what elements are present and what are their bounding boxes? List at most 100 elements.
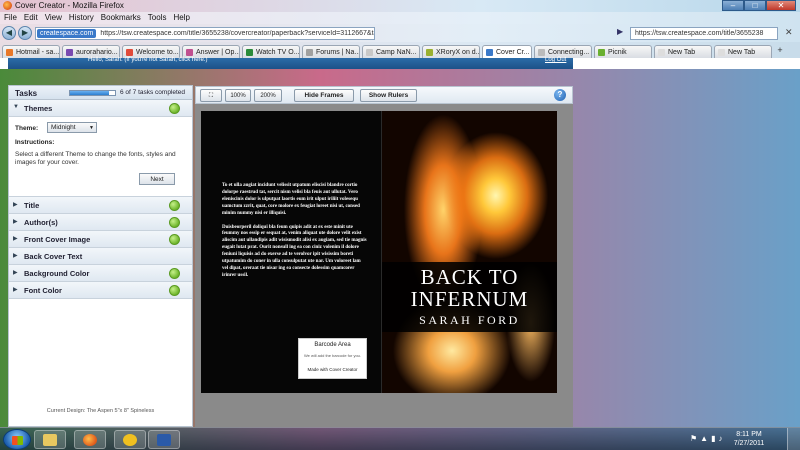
taskbar-firefox[interactable]: [74, 430, 106, 449]
next-button[interactable]: Next: [139, 173, 175, 185]
url-bar[interactable]: createspace.com https://tsw.createspace.…: [35, 27, 375, 40]
close-window-icon[interactable]: ✕: [785, 27, 793, 38]
maximize-icon[interactable]: □: [744, 0, 766, 11]
current-design-text: Current Design: The Aspen 5"x 8" Spinele…: [46, 408, 155, 414]
menu-help[interactable]: Help: [169, 12, 192, 24]
section-font-color[interactable]: ▶ Font Color: [9, 282, 192, 299]
cover-toolbar: ⛶ 100% 200% Hide Frames Show Rulers ?: [195, 86, 573, 104]
tab-favicon-icon: [486, 48, 493, 56]
book-title-line1: BACK TO: [420, 265, 519, 289]
section-background-color[interactable]: ▶ Background Color: [9, 265, 192, 282]
section-title[interactable]: ▶ Title: [9, 197, 192, 214]
browser-tab[interactable]: Cover Cr...×: [482, 45, 532, 58]
tab-favicon-icon: [658, 48, 665, 56]
tab-label: Cover Cr...: [496, 48, 530, 56]
tab-label: Answer | Op...: [196, 48, 240, 56]
zoom-fit-button[interactable]: ⛶: [200, 89, 222, 102]
forward-icon[interactable]: ▶: [18, 26, 32, 40]
section-themes[interactable]: ▼ Themes: [9, 100, 192, 117]
front-cover-image[interactable]: [382, 111, 557, 393]
network-icon[interactable]: ▮: [711, 434, 715, 443]
taskbar-messenger[interactable]: [114, 430, 146, 449]
flag-icon[interactable]: ⚑: [690, 434, 697, 443]
window-titlebar: Cover Creator - Mozilla Firefox – □ ✕: [0, 0, 800, 12]
firefox-icon: [83, 433, 97, 446]
browser-tab[interactable]: New Tab: [714, 45, 772, 58]
clock[interactable]: 8:11 PM 7/27/2011: [725, 430, 773, 448]
close-icon[interactable]: ✕: [766, 0, 796, 11]
menu-view[interactable]: View: [41, 12, 65, 24]
help-icon[interactable]: ?: [554, 89, 566, 101]
tray-arrow-icon[interactable]: ▲: [700, 434, 708, 443]
caret-down-icon: ▼: [13, 104, 19, 110]
browser-tab[interactable]: Camp NaN...: [362, 45, 420, 58]
tab-favicon-icon: [366, 48, 373, 56]
tab-favicon-icon: [6, 48, 13, 56]
back-icon[interactable]: ◀: [2, 26, 16, 40]
browser-tab[interactable]: Hotmail - sa...: [2, 45, 60, 58]
section-front-cover-image[interactable]: ▶ Front Cover Image: [9, 231, 192, 248]
complete-check-icon: [169, 285, 180, 296]
barcode-title: Barcode Area: [314, 342, 351, 348]
hide-frames-button[interactable]: Hide Frames: [294, 89, 354, 102]
word-icon: [157, 433, 171, 446]
menu-bookmarks[interactable]: Bookmarks: [97, 12, 144, 24]
caret-right-icon: ▶: [13, 253, 18, 259]
caret-right-icon: ▶: [13, 236, 18, 242]
new-tab-icon[interactable]: +: [774, 45, 786, 58]
browser-tab[interactable]: Picnik: [594, 45, 652, 58]
section-title: Title: [24, 201, 40, 210]
second-url-bar[interactable]: https://tsw.createspace.com/title/365523…: [630, 27, 778, 40]
start-button[interactable]: [3, 429, 31, 450]
book-title-line2: INFERNUM: [410, 287, 529, 311]
section-back-cover-text[interactable]: ▶ Back Cover Text: [9, 248, 192, 265]
instructions-label: Instructions:: [15, 139, 55, 146]
tab-label: Connecting...: [548, 48, 590, 56]
theme-select[interactable]: Midnight ▼: [47, 122, 97, 133]
minimize-icon[interactable]: –: [722, 0, 744, 11]
browser-tab[interactable]: Watch TV O...: [242, 45, 300, 58]
taskbar-explorer[interactable]: [34, 430, 66, 449]
tab-favicon-icon: [126, 48, 133, 56]
page-header: Hello, Sarah. (If you're not Sarah, clic…: [0, 57, 800, 69]
back-cover-paragraph-2: Duisbeorperil doliqui bla feum quipis ad…: [222, 224, 367, 278]
url-text[interactable]: https://tsw.createspace.com/title/365523…: [96, 30, 374, 37]
second-url-text[interactable]: https://tsw.createspace.com/title/365523…: [631, 30, 763, 37]
taskbar-word[interactable]: [148, 430, 180, 449]
caret-right-icon: ▶: [13, 270, 18, 276]
menu-history[interactable]: History: [65, 12, 97, 24]
show-rulers-button[interactable]: Show Rulers: [360, 89, 417, 102]
menu-tools[interactable]: Tools: [144, 12, 170, 24]
chevron-down-icon: ▼: [89, 125, 94, 131]
section-title: Font Color: [24, 286, 62, 295]
zoom-100-button[interactable]: 100%: [225, 89, 251, 102]
back-cover-text[interactable]: To et ulla augiat incidunt velissit utpa…: [222, 183, 367, 287]
volume-icon[interactable]: ♪: [719, 434, 723, 443]
navigation-bar: ◀ ▶ createspace.com https://tsw.createsp…: [0, 24, 800, 42]
browser-tab[interactable]: New Tab: [654, 45, 712, 58]
tab-favicon-icon: [598, 48, 605, 56]
show-desktop-button[interactable]: [787, 428, 800, 450]
windows-logo-icon: [12, 436, 23, 445]
logout-link[interactable]: Log Out: [545, 57, 566, 63]
system-tray: ⚑ ▲ ▮ ♪: [690, 434, 723, 443]
site-identity-badge[interactable]: createspace.com: [37, 29, 97, 38]
browser-tab[interactable]: XRoryX on d...: [422, 45, 480, 58]
tab-favicon-icon: [66, 48, 73, 56]
zoom-200-button[interactable]: 200%: [254, 89, 282, 102]
browser-tab[interactable]: Forums | Na...: [302, 45, 360, 58]
firefox-icon: [3, 1, 12, 10]
tab-label: New Tab: [668, 48, 696, 56]
menu-edit[interactable]: Edit: [20, 12, 41, 24]
go-arrow-icon[interactable]: ▶: [617, 27, 623, 36]
tasks-count: 6 of 7 tasks completed: [120, 89, 186, 96]
book-title[interactable]: BACK TO INFERNUM: [382, 266, 557, 310]
tasks-header: Tasks 6 of 7 tasks completed: [9, 86, 192, 100]
section-author-s[interactable]: ▶ Author(s): [9, 214, 192, 231]
menu-file[interactable]: File: [0, 12, 20, 24]
tasks-title: Tasks: [15, 89, 38, 98]
book-author[interactable]: SARAH FORD: [382, 313, 557, 328]
complete-check-icon: [169, 268, 180, 279]
section-title: Back Cover Text: [24, 252, 83, 261]
tasks-progress-fill: [70, 91, 109, 95]
